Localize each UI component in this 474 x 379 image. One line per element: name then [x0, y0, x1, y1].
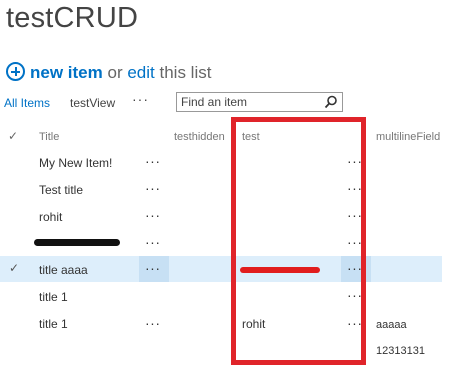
item-title-link[interactable]: rohit	[39, 210, 62, 224]
item-menu-button[interactable]: ···	[145, 181, 161, 195]
views-more-button[interactable]: ···	[132, 91, 149, 107]
item-title-link[interactable]: title aaaa	[39, 263, 88, 277]
item-menu-button[interactable]: ···	[145, 235, 161, 249]
column-header-multilinefield[interactable]: multilineField	[376, 131, 440, 143]
table-row[interactable]: rohit ··· ···	[0, 204, 442, 230]
item-title-link[interactable]: My New Item!	[39, 156, 112, 170]
item-title-link[interactable]: Test title	[39, 183, 83, 197]
search-box[interactable]	[176, 92, 343, 112]
edit-link[interactable]: edit	[127, 63, 154, 82]
item-menu-button[interactable]: ···	[145, 261, 161, 275]
table-row[interactable]: My New Item! ··· ···	[0, 150, 442, 176]
column-header-testhidden[interactable]: testhidden	[174, 131, 225, 143]
redaction-scribble	[34, 239, 120, 246]
view-all-items[interactable]: All Items	[4, 96, 50, 110]
table-row[interactable]: title 1 ···	[0, 284, 442, 310]
table-row-selected[interactable]: ✓ title aaaa ··· ···	[0, 256, 442, 282]
cell-multiline-value: aaaaa	[376, 319, 407, 331]
item-menu-button[interactable]: ···	[145, 154, 161, 168]
table-row[interactable]: Test title ··· ···	[0, 177, 442, 203]
table-row[interactable]: ··· ···	[0, 231, 442, 257]
list-toolbar: new item or edit this list	[6, 62, 211, 83]
search-icon[interactable]	[324, 95, 338, 109]
new-item-link[interactable]: new item	[30, 63, 103, 82]
item-menu-button[interactable]: ···	[145, 316, 161, 330]
view-testview[interactable]: testView	[70, 96, 115, 110]
page-title: testCRUD	[6, 2, 139, 34]
or-text: or	[107, 63, 123, 82]
row-selected-checkmark-icon[interactable]: ✓	[9, 261, 19, 275]
table-row[interactable]: title 1 ··· rohit ··· aaaaa 12313131	[0, 310, 442, 360]
item-title-link[interactable]: title 1	[39, 290, 68, 304]
column-header-title[interactable]: Title	[39, 131, 59, 143]
red-annotation-rectangle	[231, 117, 366, 365]
search-input[interactable]	[179, 94, 323, 110]
item-menu-button[interactable]: ···	[145, 208, 161, 222]
add-circle-icon[interactable]	[6, 62, 25, 81]
item-title-link[interactable]: title 1	[39, 317, 68, 331]
this-list-text: this list	[159, 63, 212, 82]
cell-multiline-value-line2: 12313131	[376, 345, 425, 357]
select-all-checkmark-icon[interactable]: ✓	[8, 129, 18, 143]
